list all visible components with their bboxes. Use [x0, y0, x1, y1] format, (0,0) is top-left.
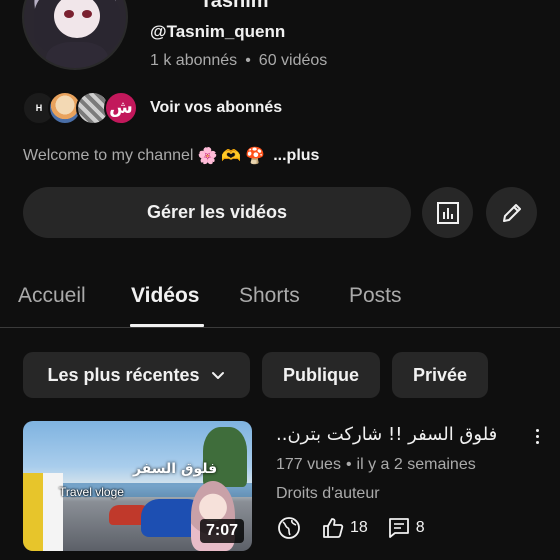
thumb-text-travel: Travel vloge [59, 485, 124, 499]
manage-videos-button[interactable]: Gérer les vidéos [23, 187, 411, 238]
avatar-eye-left [64, 10, 74, 18]
sort-label: Les plus récentes [47, 364, 200, 385]
channel-name: Tasnim [200, 0, 269, 12]
analytics-icon [436, 201, 459, 224]
channel-avatar[interactable] [22, 0, 128, 70]
channel-stats: 1 k abonnés • 60 vidéos [150, 52, 327, 70]
avatar-body [46, 42, 108, 68]
filter-public-chip[interactable]: Publique [262, 352, 380, 398]
video-more-menu-icon[interactable] [528, 423, 546, 449]
heart-hands-emoji-icon: 🫶 [221, 146, 242, 165]
description-text: Welcome to my channel [23, 146, 194, 164]
view-subscribers-link[interactable]: Voir vos abonnés [150, 99, 282, 117]
chevron-down-icon [211, 372, 224, 379]
channel-handle: @Tasnim_quenn [150, 22, 286, 41]
globe-icon [276, 515, 302, 541]
video-duration: 7:07 [199, 519, 244, 543]
mushroom-emoji-icon: 🍄 [245, 146, 266, 165]
tab-home[interactable]: Accueil [18, 284, 86, 308]
comment-count: 8 [415, 519, 425, 536]
edit-channel-button[interactable] [486, 187, 537, 238]
video-time: il y a 2 semaines [356, 456, 476, 473]
active-tab-indicator [130, 324, 204, 327]
thumb-text-arabic: فلوق السفر [133, 461, 218, 477]
pencil-icon [502, 203, 521, 222]
tab-posts[interactable]: Posts [349, 284, 402, 308]
video-stats: 18 8 [276, 514, 443, 542]
subscriber-avatars[interactable]: H ش [22, 91, 142, 125]
subscriber-count: 1 k abonnés [150, 52, 238, 69]
filter-private-chip[interactable]: Privée [392, 352, 488, 398]
avatar-eye-right [82, 10, 92, 18]
video-thumbnail[interactable]: Travel vloge فلوق السفر 7:07 [23, 421, 252, 551]
description-more-link[interactable]: ...plus [273, 147, 319, 165]
subscriber-avatar: ش [104, 91, 138, 125]
video-meta: 177 vues • il y a 2 semaines [276, 456, 476, 474]
tab-shorts[interactable]: Shorts [239, 284, 300, 308]
channel-tabs: Accueil Vidéos Shorts Posts [0, 270, 560, 328]
flower-emoji-icon: 🌸 [197, 146, 218, 165]
sort-dropdown[interactable]: Les plus récentes [23, 352, 250, 398]
channel-description[interactable]: Welcome to my channel 🌸 🫶 🍄 ...plus [23, 146, 319, 165]
thumbs-up-icon[interactable] [320, 515, 346, 541]
thumb-flag [23, 473, 63, 551]
analytics-button[interactable] [422, 187, 473, 238]
video-title[interactable]: فلوق السفر !! شاركت بترن.. [276, 424, 516, 445]
like-count: 18 [350, 519, 368, 536]
meta-separator: • [345, 456, 352, 473]
thumb-palm [203, 427, 247, 487]
tab-videos[interactable]: Vidéos [131, 284, 199, 308]
video-count: 60 vidéos [258, 52, 328, 69]
comment-icon[interactable] [386, 515, 412, 541]
video-copyright: Droits d'auteur [276, 485, 380, 502]
stats-separator: • [245, 52, 251, 69]
video-views: 177 vues [276, 456, 341, 473]
